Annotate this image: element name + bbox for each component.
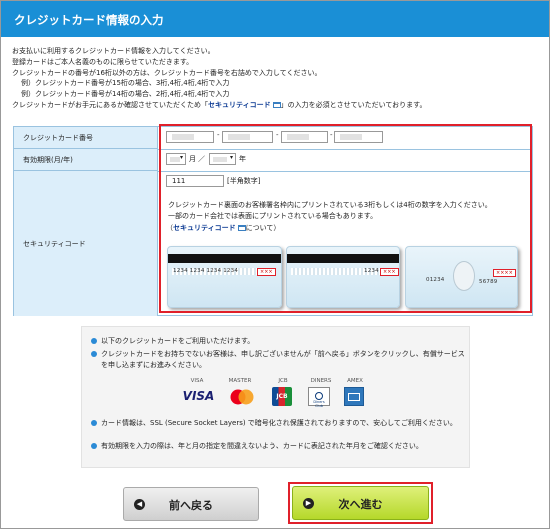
page-title: クレジットカード情報の入力 xyxy=(1,1,549,37)
intro-text: お支払いに利用するクレジットカード情報を入力してください。 登録カードはご本人名… xyxy=(12,46,542,111)
intro-text-post: 」の入力を必須とさせていただいております。 xyxy=(280,100,427,109)
expiry-label: 有効期限(月/年) xyxy=(14,149,158,171)
intro-line: クレジットカードがお手元にあるか確認させていただくため「セキュリティコード 」の入… xyxy=(12,100,542,111)
intro-line: お支払いに利用するクレジットカード情報を入力してください。 xyxy=(12,47,215,55)
amex-logo xyxy=(344,387,364,406)
card-number-label: クレジットカード番号 xyxy=(14,127,158,149)
intro-line: クレジットカードの番号が16桁以外の方は、クレジットカード番号を右詰めで入力して… xyxy=(12,68,322,77)
back-button[interactable]: ◀ 前へ戻る xyxy=(123,487,259,521)
mastercard-logo xyxy=(230,389,254,405)
brand-label-diners: DINERS xyxy=(310,378,332,384)
diners-logo: Diners Club xyxy=(308,387,330,408)
brand-label-visa: VISA xyxy=(190,378,204,384)
new-window-icon xyxy=(272,101,281,108)
diners-logo-text: Diners Club xyxy=(313,400,325,408)
brand-label-jcb: JCB xyxy=(278,378,288,384)
brand-label-amex: AMEX xyxy=(347,378,363,384)
back-button-label: 前へ戻る xyxy=(169,499,213,512)
bullet-icon xyxy=(91,338,97,344)
notice-item: 以下のクレジットカードをご利用いただけます。 xyxy=(91,336,461,347)
jcb-logo: JCB xyxy=(272,387,292,406)
next-button-highlight xyxy=(288,482,433,524)
intro-line: 登録カードはご本人名義のものに限らせていただきます。 xyxy=(12,57,194,66)
security-code-label: セキュリティコード xyxy=(14,171,158,316)
bullet-icon xyxy=(91,351,97,357)
brand-label-master: MASTER xyxy=(228,378,252,384)
bullet-icon xyxy=(91,420,97,426)
bullet-icon xyxy=(91,443,97,449)
notice-item: クレジットカードをお持ちでないお客様は、申し訳ございませんが「前へ戻る」ボタンを… xyxy=(91,349,465,370)
intro-example: 例）クレジットカード番号が14桁の場合、2桁,4桁,4桁,4桁で入力 xyxy=(21,90,230,99)
security-code-link[interactable]: セキュリティコード xyxy=(208,101,271,109)
notice-item: 有効期限を入力の際は、年と月の指定を間違えないよう、カードに表記された年月をご確… xyxy=(91,441,463,452)
notice-item: カード情報は、SSL (Secure Socket Layers) で暗号化され… xyxy=(91,418,463,429)
intro-example: 例）クレジットカード番号が15桁の場合、3桁,4桁,4桁,4桁で入力 xyxy=(21,79,230,88)
visa-logo: VISA xyxy=(182,389,215,403)
intro-text-pre: クレジットカードがお手元にあるか確認させていただくため「 xyxy=(12,100,208,109)
highlight-frame xyxy=(159,124,532,313)
